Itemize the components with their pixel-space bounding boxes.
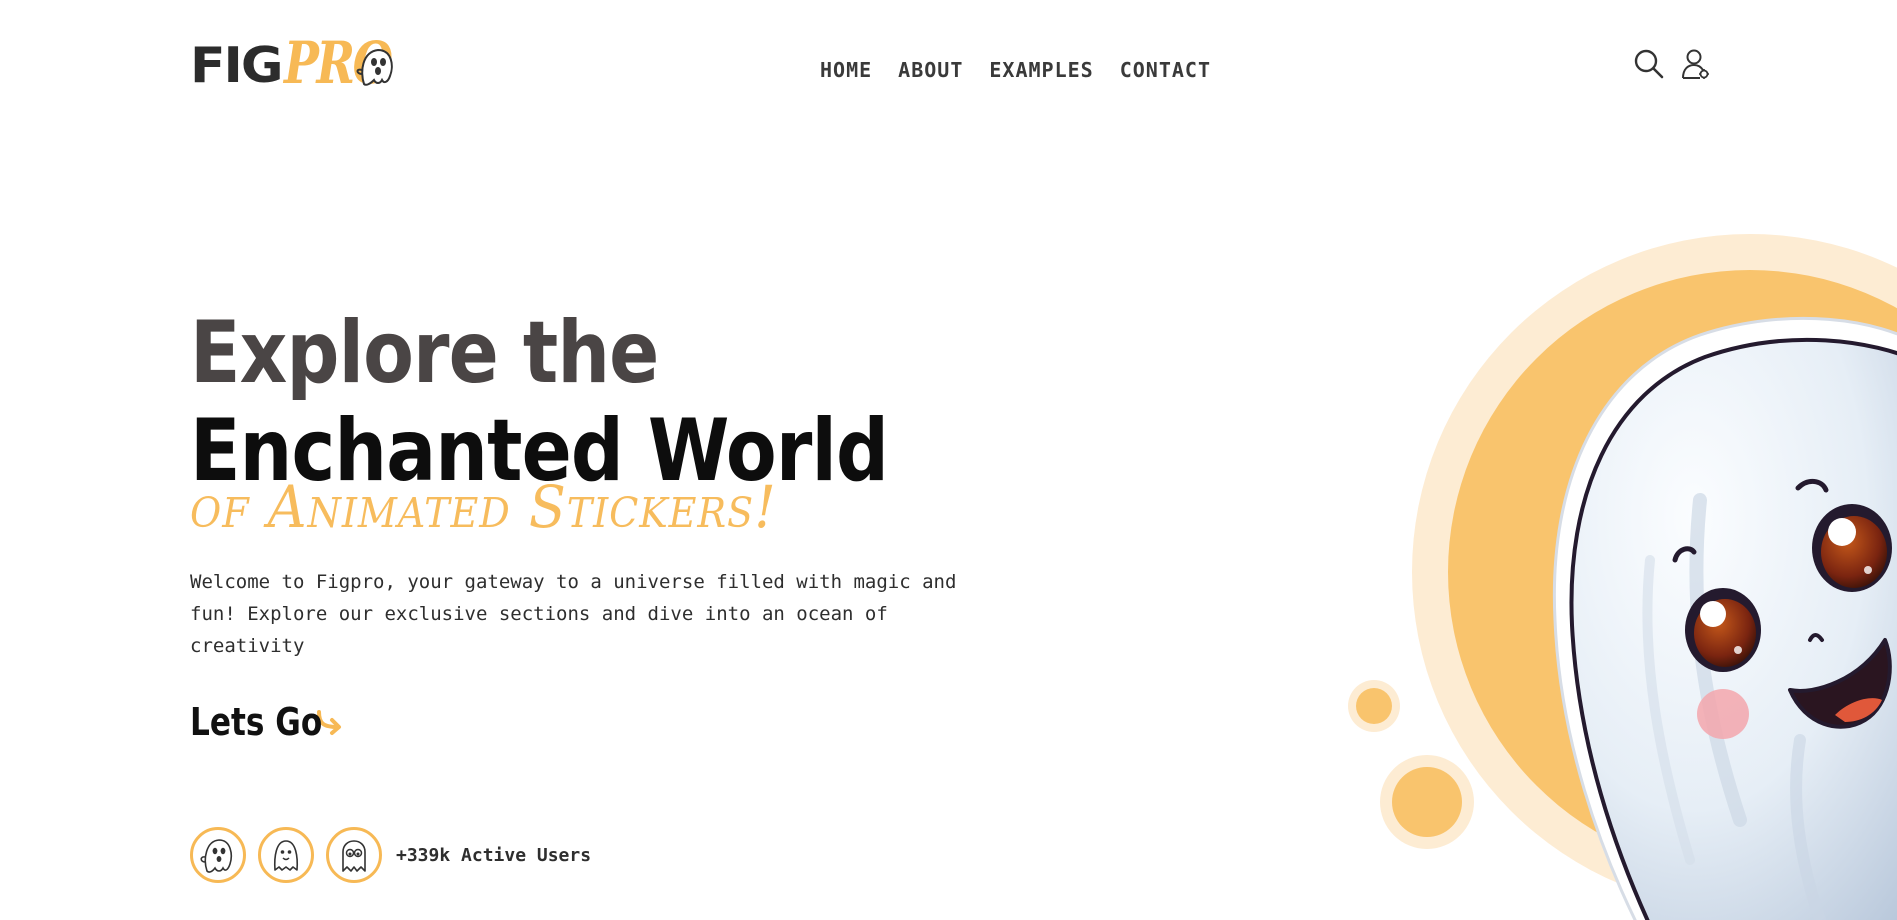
logo-text-fig: FIG xyxy=(190,37,284,95)
active-users-count: +339k Active Users xyxy=(396,844,592,866)
lets-go-button[interactable]: Lets Go xyxy=(190,700,346,744)
ghost-illustration xyxy=(1348,234,1897,920)
ghost-icon xyxy=(342,840,366,872)
hero-title-line1: Explore the xyxy=(190,303,659,403)
active-users: +339k Active Users xyxy=(190,827,591,883)
search-icon[interactable] xyxy=(1633,48,1665,80)
ghost-icon xyxy=(200,839,233,873)
nav-contact[interactable]: CONTACT xyxy=(1120,58,1211,82)
bubble-large xyxy=(1392,767,1462,837)
nav-home[interactable]: HOME xyxy=(820,58,872,82)
nav-examples[interactable]: EXAMPLES xyxy=(989,58,1093,82)
main-nav: HOME ABOUT EXAMPLES CONTACT xyxy=(820,58,1211,82)
ghost-icon xyxy=(273,840,299,871)
nav-about[interactable]: ABOUT xyxy=(898,58,963,82)
hero-subtitle: of Animated Stickers! xyxy=(190,473,777,541)
ghost-avatar-1 xyxy=(190,827,246,883)
ghost-avatar-2 xyxy=(258,827,314,883)
bubble-small xyxy=(1356,688,1392,724)
logo-ghost-icon xyxy=(356,48,393,86)
lets-go-label: Lets Go xyxy=(190,700,323,744)
user-icon[interactable] xyxy=(1680,48,1712,80)
logo[interactable]: FIG PRO xyxy=(190,24,417,92)
ghost-cheek xyxy=(1697,689,1749,739)
hero-description: Welcome to Figpro, your gateway to a uni… xyxy=(190,571,957,657)
ghost-avatar-3 xyxy=(326,827,382,883)
